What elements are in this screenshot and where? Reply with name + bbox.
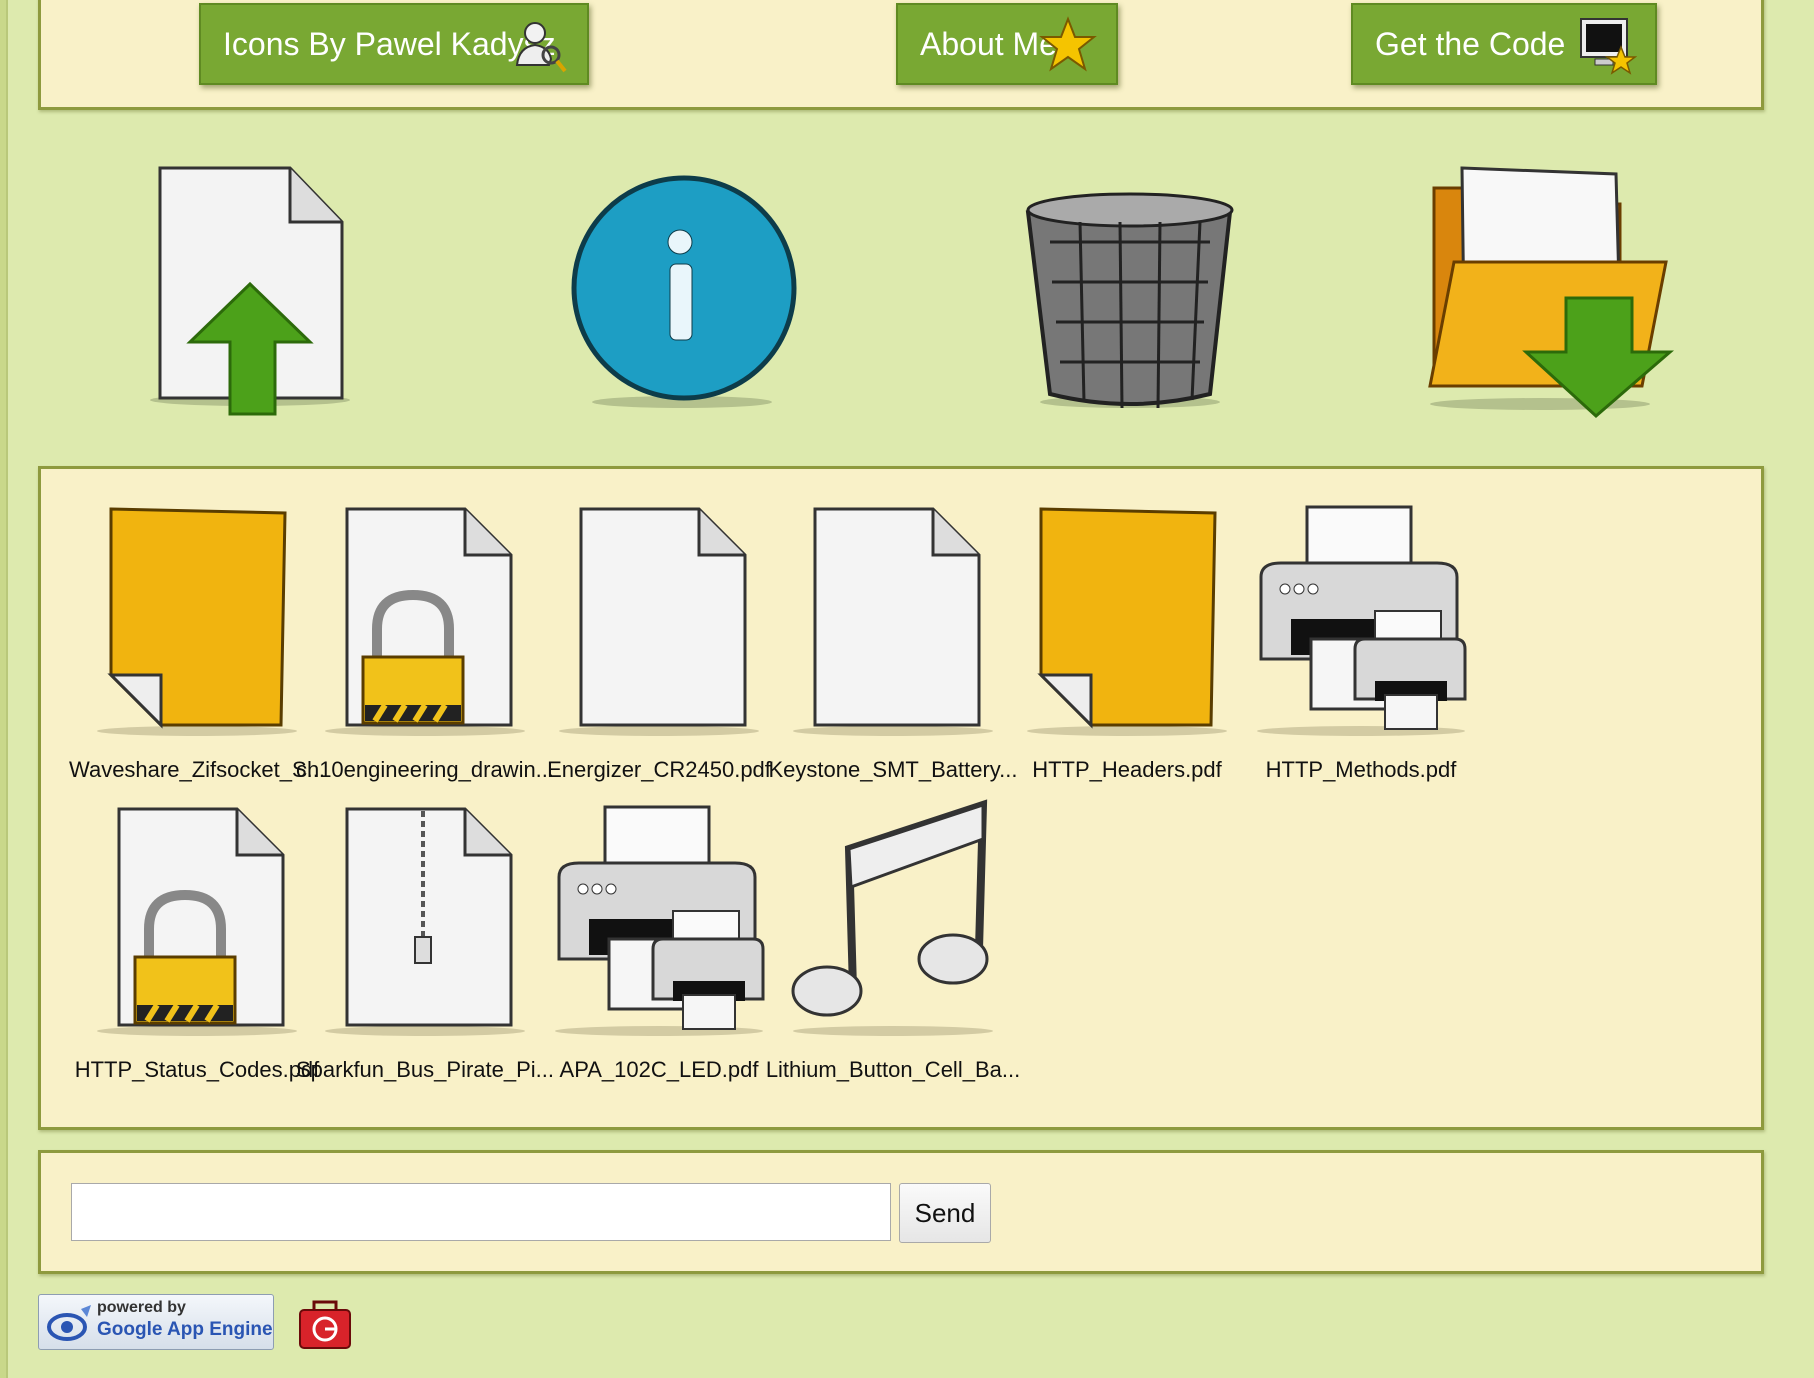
printer-icon [555, 805, 765, 1036]
send-button[interactable]: Send [899, 1183, 991, 1243]
file-item[interactable]: Keystone_SMT_Battery... [759, 499, 1027, 789]
file-item[interactable]: HTTP_Headers.pdf [993, 499, 1261, 789]
music-note-icon [791, 799, 993, 1036]
about-me-label: About Me [920, 25, 1057, 62]
icons-by-label: Icons By Pawel Kadysz [223, 25, 556, 62]
download-folder-icon[interactable] [1420, 152, 1680, 432]
document-icon [559, 507, 759, 736]
app-engine-logo-icon [47, 1305, 91, 1341]
page-left-edge [0, 0, 8, 1378]
printer-icon [1257, 505, 1467, 736]
red-g-toolbox-icon[interactable] [296, 1296, 354, 1352]
file-item[interactable]: Lithium_Button_Cell_Ba... [759, 799, 1027, 1089]
about-me-button[interactable]: About Me [896, 3, 1118, 85]
yellow-document-icon [97, 507, 297, 736]
nav-bar: Icons By Pawel Kadysz About Me Get the C… [38, 0, 1764, 110]
file-name: ch10engineering_drawin... [295, 757, 555, 782]
file-item[interactable]: Sparkfun_Bus_Pirate_Pi... [291, 799, 559, 1089]
locked-document-icon [97, 807, 297, 1036]
file-item[interactable]: ch10engineering_drawin... [291, 499, 559, 789]
file-name: HTTP_Headers.pdf [1032, 757, 1222, 782]
info-icon[interactable] [552, 152, 812, 432]
file-name: Energizer_CR2450.pdf [547, 757, 771, 782]
powered-by-text: powered by [97, 1299, 186, 1316]
message-input[interactable] [71, 1183, 891, 1241]
file-name: Keystone_SMT_Battery... [768, 757, 1018, 782]
document-icon [793, 507, 993, 736]
locked-document-icon [325, 507, 525, 736]
file-item[interactable]: Energizer_CR2450.pdf [525, 499, 793, 789]
file-name: HTTP_Methods.pdf [1265, 757, 1457, 782]
zip-document-icon [325, 807, 525, 1036]
icons-by-button[interactable]: Icons By Pawel Kadysz [199, 3, 589, 85]
file-item[interactable]: HTTP_Methods.pdf [1227, 499, 1495, 789]
app-engine-text: Google App Engine [97, 1319, 273, 1340]
yellow-document-icon [1027, 507, 1227, 736]
file-name: Sparkfun_Bus_Pirate_Pi... [295, 1057, 555, 1082]
powered-by-app-engine-badge[interactable]: powered by Google App Engine [38, 1294, 274, 1350]
upload-file-icon[interactable] [130, 152, 390, 432]
file-name: Lithium_Button_Cell_Ba... [765, 1057, 1021, 1082]
file-name: APA_102C_LED.pdf [559, 1057, 759, 1082]
get-the-code-label: Get the Code [1375, 25, 1566, 62]
file-list-panel: Waveshare_Zifsocket_S... ch10engineering_… [38, 466, 1764, 1130]
trash-icon[interactable] [1000, 152, 1260, 432]
file-item[interactable]: APA_102C_LED.pdf [525, 799, 793, 1089]
user-search-icon [515, 22, 567, 73]
message-panel: Send [38, 1150, 1764, 1274]
star-icon [1039, 16, 1097, 72]
monitor-star-icon [1580, 18, 1637, 75]
get-the-code-button[interactable]: Get the Code [1351, 3, 1657, 85]
